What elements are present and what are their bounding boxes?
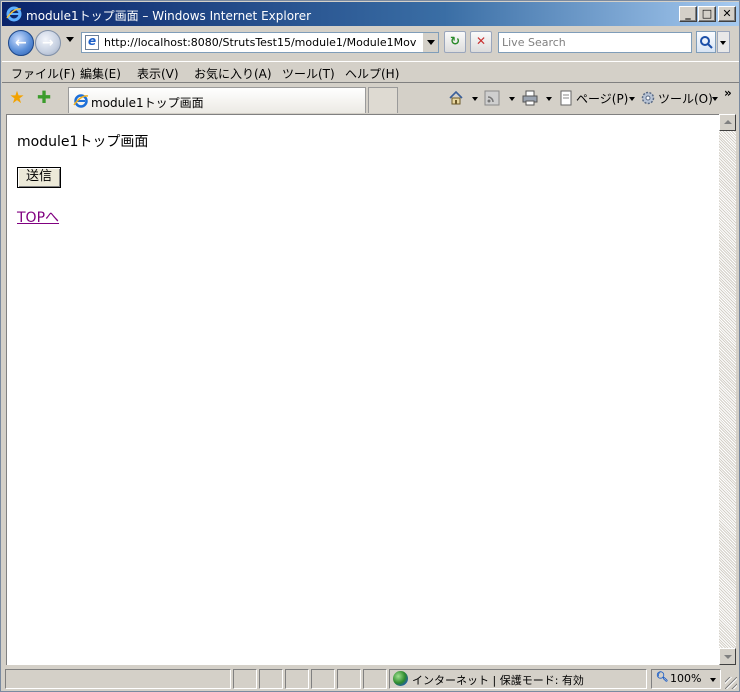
refresh-button[interactable]: ↻	[444, 31, 466, 53]
home-icon[interactable]	[448, 90, 464, 106]
page-menu-label[interactable]: ページ(P)	[576, 90, 628, 107]
zoom-dropdown-icon[interactable]	[710, 678, 716, 682]
tab-label: module1トップ画面	[91, 96, 204, 110]
status-panel	[285, 669, 309, 689]
status-panel	[311, 669, 335, 689]
resize-grip-icon[interactable]	[725, 677, 737, 689]
menu-view[interactable]: 表示(V)	[137, 65, 179, 82]
scroll-down-button[interactable]	[719, 648, 736, 665]
status-panel	[233, 669, 257, 689]
search-placeholder: Live Search	[502, 36, 566, 49]
tab-command-bar: ★ ✚ module1トップ画面 ページ(P) ツール(O) »	[2, 84, 739, 114]
menu-file[interactable]: ファイル(F)	[11, 65, 75, 82]
history-dropdown-icon[interactable]	[66, 37, 74, 42]
window-title: module1トップ画面 – Windows Internet Explorer	[26, 9, 312, 23]
add-favorites-icon[interactable]: ✚	[35, 89, 53, 107]
print-dropdown-icon[interactable]	[546, 97, 552, 101]
page-content: module1トップ画面 送信 TOPへ	[6, 114, 719, 665]
browser-window: module1トップ画面 – Windows Internet Explorer…	[0, 0, 740, 692]
tools-gear-icon[interactable]	[640, 90, 656, 106]
top-link[interactable]: TOPへ	[17, 207, 59, 227]
search-button[interactable]	[696, 31, 716, 53]
zoom-level: 100%	[670, 672, 702, 685]
close-button[interactable]: ✕	[718, 6, 736, 22]
home-dropdown-icon[interactable]	[472, 97, 478, 101]
status-panel	[259, 669, 283, 689]
chevron-more-icon[interactable]: »	[724, 86, 732, 100]
status-panel	[337, 669, 361, 689]
feeds-icon[interactable]	[484, 90, 500, 106]
menu-bar: ファイル(F) 編集(E) 表示(V) お気に入り(A) ツール(T) ヘルプ(…	[2, 61, 739, 83]
page-heading: module1トップ画面	[17, 134, 149, 150]
submit-button[interactable]: 送信	[17, 167, 61, 188]
forward-button[interactable]: →	[35, 30, 61, 56]
page-menu-icon[interactable]	[558, 90, 574, 106]
security-zone-panel[interactable]: インターネット | 保護モード: 有効	[389, 669, 647, 689]
ie-page-icon	[73, 94, 89, 108]
ie-logo-icon	[6, 6, 22, 22]
search-icon	[700, 36, 713, 49]
minimize-button[interactable]: _	[679, 6, 697, 22]
zoom-icon: 🔍︎	[656, 672, 669, 683]
security-zone-text: インターネット | 保護モード: 有効	[412, 674, 584, 687]
feeds-dropdown-icon[interactable]	[509, 97, 515, 101]
status-panel	[363, 669, 387, 689]
page-dropdown-icon[interactable]	[629, 97, 635, 101]
globe-icon	[393, 671, 408, 686]
scroll-up-button[interactable]	[719, 114, 736, 131]
back-button[interactable]: ←	[8, 30, 34, 56]
zoom-panel[interactable]: 🔍︎ 100%	[651, 669, 721, 689]
address-field[interactable]: http://localhost:8080/StrutsTest15/modul…	[81, 32, 439, 53]
search-input[interactable]: Live Search	[498, 32, 692, 53]
menu-edit[interactable]: 編集(E)	[80, 65, 121, 82]
navigation-bar: ← → http://localhost:8080/StrutsTest15/m…	[2, 26, 739, 59]
title-bar: module1トップ画面 – Windows Internet Explorer…	[2, 2, 739, 26]
tab-module1-top[interactable]: module1トップ画面	[68, 87, 366, 113]
status-text-panel	[5, 669, 231, 689]
stop-button[interactable]: ✕	[470, 31, 492, 53]
menu-help[interactable]: ヘルプ(H)	[345, 65, 399, 82]
tools-dropdown-icon[interactable]	[712, 97, 718, 101]
new-tab-button[interactable]	[368, 87, 398, 113]
tools-menu-label[interactable]: ツール(O)	[658, 90, 713, 107]
search-options-dropdown[interactable]	[717, 31, 730, 53]
vertical-scrollbar[interactable]	[719, 114, 736, 665]
menu-favorites[interactable]: お気に入り(A)	[194, 65, 272, 82]
forward-arrow-icon: →	[42, 35, 54, 51]
menu-tools[interactable]: ツール(T)	[282, 65, 335, 82]
address-url[interactable]: http://localhost:8080/StrutsTest15/modul…	[104, 36, 416, 49]
maximize-button[interactable]: □	[698, 6, 716, 22]
favorites-star-icon[interactable]: ★	[8, 89, 26, 107]
back-arrow-icon: ←	[15, 35, 27, 51]
page-icon	[85, 34, 99, 50]
print-icon[interactable]	[522, 90, 538, 106]
address-dropdown-button[interactable]	[422, 33, 438, 52]
status-bar: インターネット | 保護モード: 有効 🔍︎ 100%	[2, 667, 739, 691]
